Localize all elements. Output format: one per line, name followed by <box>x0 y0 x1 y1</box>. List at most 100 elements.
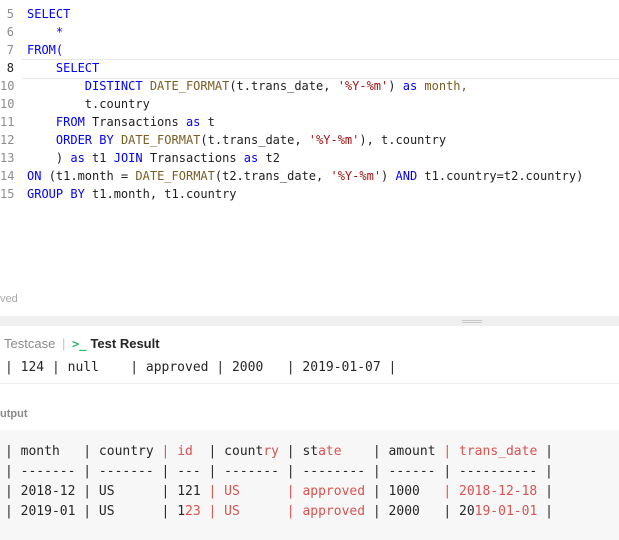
code-token: '%Y-%m' <box>330 169 382 183</box>
code-token: t2 <box>265 151 280 165</box>
output-label: utput <box>0 408 28 420</box>
output-cell-text: | 2018-12 | US <box>5 484 162 499</box>
output-row: | 2018-12 | US | 121 | US | approved | 1… <box>5 482 553 502</box>
line-number: 14 <box>0 169 15 183</box>
code-token: DATE_FORMAT <box>149 79 230 93</box>
code-token: t1.month, t1.country <box>92 187 237 201</box>
code-token: (t2.trans_date, <box>214 169 331 183</box>
output-cell-text: | id <box>161 444 209 459</box>
code-token: t1.country=t2.country) <box>424 169 584 183</box>
code-token: ORDER BY <box>55 133 121 147</box>
code-token: t1 <box>92 151 114 165</box>
code-token: JOIN <box>113 151 150 165</box>
code-text: FROM( <box>27 41 63 59</box>
output-cell-text: | US <box>208 484 287 499</box>
code-token: (t1.month = <box>48 169 136 183</box>
output-cell-text: | --- <box>161 464 209 479</box>
code-editor[interactable]: 5 SELECT 6 * 7 FROM(8 SELECT 10 DISTINCT DATE… <box>0 0 619 210</box>
code-token: * <box>27 25 64 39</box>
code-text: SELECT <box>27 5 70 23</box>
terminal-icon: >_ <box>72 337 87 351</box>
tab-separator: | <box>62 336 66 351</box>
output-cell-text: | ------- | -------- | ------ | --------… <box>208 464 553 479</box>
code-token: ) <box>381 169 396 183</box>
code-token: ) <box>388 79 403 93</box>
divider <box>0 383 619 384</box>
panel-splitter[interactable] <box>0 316 619 326</box>
line-number: 8 <box>6 61 14 75</box>
output-cell-text: | trans_date <box>443 444 538 459</box>
output-cell-text: ate <box>318 444 373 459</box>
saved-status: ved <box>0 293 18 305</box>
code-token: SELECT <box>27 61 100 75</box>
tab-test-result-label: Test Result <box>90 336 160 351</box>
code-text: ORDER BY DATE_FORMAT(t.trans_date, '%Y-%… <box>27 131 446 149</box>
code-token: GROUP BY <box>27 187 93 201</box>
output-cell-text: | st <box>278 444 319 459</box>
code-token: (t.trans_date, <box>200 133 309 147</box>
output-table: | month | country | id | country | state… <box>0 430 619 540</box>
line-number: 10 <box>0 79 15 93</box>
output-cell-text: | ------- | ------- <box>5 464 162 479</box>
code-token: as <box>185 115 208 129</box>
code-token: Transactions <box>92 115 186 129</box>
input-row: | 124 | null | approved | 2000 | 2019-01… <box>5 360 397 375</box>
output-cell-text: | 1000 <box>372 484 444 499</box>
code-token: Transactions <box>149 151 244 165</box>
code-token: ON <box>27 169 49 183</box>
line-number: 15 <box>0 187 15 201</box>
code-text: ON (t1.month = DATE_FORMAT(t2.trans_date… <box>27 167 583 185</box>
output-cell-text: | 2000 <box>372 504 444 519</box>
output-row: | ------- | ------- | --- | ------- | --… <box>5 462 553 482</box>
code-text: DISTINCT DATE_FORMAT(t.trans_date, '%Y-%… <box>27 77 468 95</box>
output-cell-text: | 2019-01 | US <box>5 504 162 519</box>
line-number: 13 <box>0 151 15 165</box>
drag-handle-icon[interactable] <box>462 320 482 323</box>
code-token: FROM <box>55 115 93 129</box>
code-token: as <box>243 151 266 165</box>
line-number: 6 <box>6 25 14 39</box>
code-token: DISTINCT <box>27 79 150 93</box>
output-cell-text: | count <box>208 444 264 459</box>
current-line-highlight <box>22 59 619 79</box>
code-token: DATE_FORMAT <box>120 133 201 147</box>
output-row: | month | country | id | country | state… <box>5 442 553 462</box>
output-cell-text: | approved <box>286 504 373 519</box>
code-token: DATE_FORMAT <box>135 169 215 183</box>
output-cell-text: | 2018-12-18 <box>443 484 538 499</box>
code-token: t <box>207 115 215 129</box>
output-cell-text: | 20 <box>443 504 475 519</box>
output-cell-text: 19-01-01 <box>474 504 538 519</box>
code-token: ) <box>27 151 71 165</box>
tab-testcase[interactable]: Testcase <box>4 335 55 353</box>
output-cell-text: | month | country <box>5 444 162 459</box>
tab-test-result[interactable]: >_ Test Result <box>72 335 160 353</box>
output-cell-text: | US <box>208 504 287 519</box>
line-number: 11 <box>0 115 15 129</box>
output-cell-text: | amount <box>372 444 444 459</box>
code-token: '%Y-%m' <box>308 133 360 147</box>
output-cell-text: 23 <box>185 504 209 519</box>
output-cell-text: | <box>537 484 553 499</box>
code-token: t.country <box>27 97 150 111</box>
line-number: 10 <box>0 97 15 111</box>
code-token: '%Y-%m' <box>337 79 389 93</box>
code-token: AND <box>395 169 425 183</box>
output-cell-text: | <box>537 444 553 459</box>
code-token: as <box>402 79 425 93</box>
code-text: FROM Transactions as t <box>27 113 215 131</box>
code-token: ), t.country <box>359 133 447 147</box>
code-token: SELECT <box>27 7 71 21</box>
output-cell-text: | 1 <box>161 504 186 519</box>
line-number: 5 <box>6 7 14 21</box>
output-cell-text: | approved <box>286 484 373 499</box>
code-text: ) as t1 JOIN Transactions as t2 <box>27 149 280 167</box>
code-text: GROUP BY t1.month, t1.country <box>27 185 237 203</box>
output-cell-text: | <box>537 504 553 519</box>
result-tabs: Testcase | >_ Test Result <box>0 326 619 358</box>
code-token: (t.trans_date, <box>229 79 338 93</box>
code-token: FROM( <box>27 43 64 57</box>
output-row: | 2019-01 | US | 123 | US | approved | 2… <box>5 502 553 522</box>
